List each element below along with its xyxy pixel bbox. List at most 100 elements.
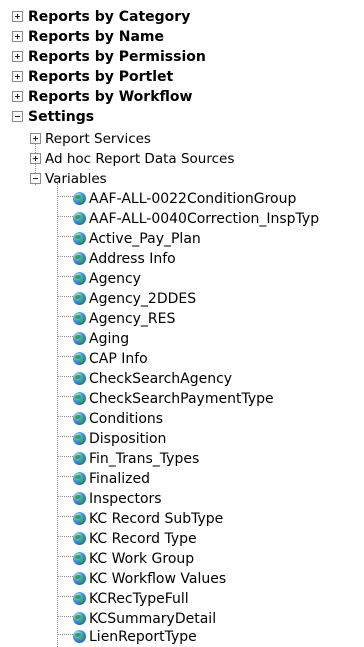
expand-plus-icon[interactable] [12, 11, 23, 22]
variable-label[interactable]: KCSummaryDetail [89, 611, 216, 627]
globe-icon [73, 412, 86, 425]
expand-plus-icon[interactable] [12, 91, 23, 102]
variable-label[interactable]: KC Work Group [89, 551, 194, 567]
globe-icon [73, 612, 86, 625]
expand-plus-icon[interactable] [12, 51, 23, 62]
variable-label[interactable]: Agency [89, 271, 141, 287]
variable-label[interactable]: Inspectors [89, 491, 162, 507]
tree-node-variables[interactable]: Variables [30, 169, 107, 189]
variable-label[interactable]: KCRecTypeFull [89, 591, 189, 607]
tree-connector [57, 296, 73, 298]
globe-icon [73, 512, 86, 525]
variable-label[interactable]: KC Workflow Values [89, 571, 226, 587]
variable-label[interactable]: Aging [89, 331, 129, 347]
variable-label[interactable]: Fin_Trans_Types [89, 451, 199, 467]
tree-node-reports-by-workflow[interactable]: Reports by Workflow [12, 87, 192, 107]
tree-node-label[interactable]: Reports by Workflow [28, 89, 192, 105]
variable-item[interactable]: Inspectors [57, 489, 162, 509]
expand-plus-icon[interactable] [12, 71, 23, 82]
variable-label[interactable]: Disposition [89, 431, 166, 447]
globe-icon [73, 292, 86, 305]
globe-icon [73, 192, 86, 205]
variable-item[interactable]: KC Workflow Values [57, 569, 226, 589]
variable-label[interactable]: LienReportType [89, 629, 197, 645]
tree-connector [57, 376, 73, 378]
variable-label[interactable]: Conditions [89, 411, 163, 427]
tree-connector [57, 256, 73, 258]
variable-item[interactable]: CAP Info [57, 349, 148, 369]
variable-item[interactable]: Aging [57, 329, 129, 349]
variable-item[interactable]: Address Info [57, 249, 176, 269]
variable-label[interactable]: KC Record SubType [89, 511, 223, 527]
variable-item[interactable]: KCSummaryDetail [57, 609, 216, 629]
variable-label[interactable]: CAP Info [89, 351, 148, 367]
globe-icon [73, 372, 86, 385]
tree-connector [57, 496, 73, 498]
tree-node-label[interactable]: Reports by Permission [28, 49, 206, 65]
variable-item[interactable]: LienReportType [57, 627, 197, 647]
tree-node-label[interactable]: Reports by Category [28, 9, 190, 25]
tree-node-label[interactable]: Settings [28, 109, 94, 125]
variable-item[interactable]: Active_Pay_Plan [57, 229, 201, 249]
tree-node-reports-by-permission[interactable]: Reports by Permission [12, 47, 206, 67]
expand-plus-icon[interactable] [30, 133, 41, 144]
tree-node-label[interactable]: Reports by Name [28, 29, 164, 45]
variable-item[interactable]: Conditions [57, 409, 163, 429]
variable-label[interactable]: Address Info [89, 251, 176, 267]
variable-item[interactable]: AAF-ALL-0040Correction_InspTyp [57, 209, 319, 229]
tree-node-reports-by-portlet[interactable]: Reports by Portlet [12, 67, 173, 87]
variable-item[interactable]: AAF-ALL-0022ConditionGroup [57, 189, 296, 209]
tree-connector [57, 276, 73, 278]
tree-node-label[interactable]: Ad hoc Report Data Sources [45, 151, 234, 167]
tree-connector [57, 536, 73, 538]
variable-label[interactable]: AAF-ALL-0022ConditionGroup [89, 191, 296, 207]
variable-item[interactable]: KCRecTypeFull [57, 589, 189, 609]
expand-plus-icon[interactable] [30, 153, 41, 164]
variable-label[interactable]: KC Record Type [89, 531, 197, 547]
variable-item[interactable]: Agency_RES [57, 309, 175, 329]
variable-item[interactable]: Agency_2DDES [57, 289, 196, 309]
variable-item[interactable]: KC Work Group [57, 549, 194, 569]
tree-connector [57, 634, 73, 636]
globe-icon [73, 630, 86, 643]
tree-node-label[interactable]: Variables [45, 171, 107, 187]
tree-node-ad-hoc-report-data-sources[interactable]: Ad hoc Report Data Sources [30, 149, 234, 169]
variable-label[interactable]: Active_Pay_Plan [89, 231, 201, 247]
globe-icon [73, 572, 86, 585]
variable-label[interactable]: Agency_2DDES [89, 291, 196, 307]
variable-item[interactable]: Fin_Trans_Types [57, 449, 199, 469]
variable-label[interactable]: Finalized [89, 471, 150, 487]
tree-connector [57, 516, 73, 518]
variable-item[interactable]: Finalized [57, 469, 150, 489]
variable-item[interactable]: KC Record Type [57, 529, 197, 549]
tree-node-settings[interactable]: Settings [12, 107, 94, 127]
globe-icon [73, 592, 86, 605]
collapse-minus-icon[interactable] [30, 173, 41, 184]
globe-icon [73, 212, 86, 225]
expand-plus-icon[interactable] [12, 31, 23, 42]
globe-icon [73, 392, 86, 405]
tree-node-reports-by-category[interactable]: Reports by Category [12, 7, 190, 27]
globe-icon [73, 312, 86, 325]
tree-node-report-services[interactable]: Report Services [30, 129, 151, 149]
collapse-minus-icon[interactable] [12, 111, 23, 122]
tree-node-label[interactable]: Reports by Portlet [28, 69, 173, 85]
variable-item[interactable]: KC Record SubType [57, 509, 223, 529]
tree-connector [57, 616, 73, 618]
variable-label[interactable]: Agency_RES [89, 311, 175, 327]
globe-icon [73, 452, 86, 465]
variable-item[interactable]: Disposition [57, 429, 166, 449]
tree-connector [57, 336, 73, 338]
variable-label[interactable]: CheckSearchPaymentType [89, 391, 274, 407]
tree-connector [57, 416, 73, 418]
variable-item[interactable]: Agency [57, 269, 141, 289]
variable-label[interactable]: CheckSearchAgency [89, 371, 232, 387]
variable-label[interactable]: AAF-ALL-0040Correction_InspTyp [89, 211, 319, 227]
tree-node-reports-by-name[interactable]: Reports by Name [12, 27, 164, 47]
tree-connector [57, 236, 73, 238]
globe-icon [73, 552, 86, 565]
variable-item[interactable]: CheckSearchPaymentType [57, 389, 274, 409]
variable-item[interactable]: CheckSearchAgency [57, 369, 232, 389]
tree-node-label[interactable]: Report Services [45, 131, 151, 147]
tree-connector [57, 356, 73, 358]
